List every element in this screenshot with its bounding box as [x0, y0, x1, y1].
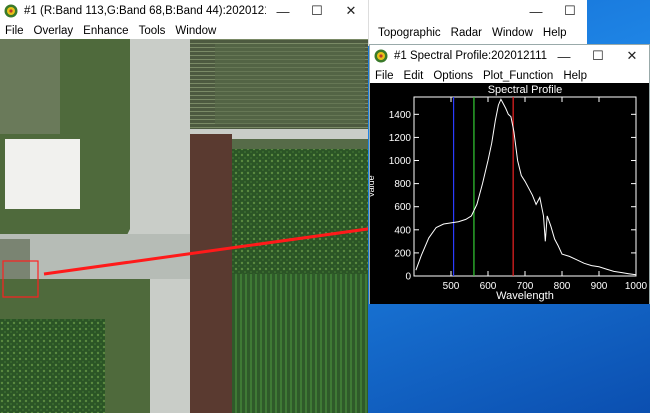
menu-options[interactable]: Options	[428, 70, 478, 82]
y-tick-label: 200	[394, 248, 411, 259]
envi-app-icon	[374, 49, 388, 63]
menu-file[interactable]: File	[370, 70, 399, 82]
menu-edit[interactable]: Edit	[399, 70, 429, 82]
menu-radar[interactable]: Radar	[446, 27, 487, 39]
close-icon: ✕	[626, 48, 638, 63]
background-window[interactable]: — ☐ Topographic Radar Window Help	[368, 0, 587, 46]
spectral-plot-svg[interactable]: Spectral ProfileWavelengthValue500 600 700…	[366, 83, 649, 304]
image-window-menubar: File Overlay Enhance Tools Window	[0, 22, 368, 39]
envi-app-icon	[4, 4, 18, 18]
spectral-plot[interactable]: Spectral Profile Wavelength Value 500 600 700…	[366, 83, 649, 304]
menu-window[interactable]: Window	[487, 27, 538, 39]
maximize-button[interactable]: ☐	[553, 0, 587, 22]
spectral-window-titlebar[interactable]: #1 Spectral Profile:20201211105... — ☐ ✕	[370, 45, 649, 67]
maximize-button[interactable]: ☐	[300, 0, 334, 22]
menu-tools[interactable]: Tools	[134, 25, 171, 37]
spectral-window-title: #1 Spectral Profile:20201211105...	[394, 50, 547, 62]
minimize-button[interactable]: —	[547, 45, 581, 67]
close-button[interactable]: ✕	[615, 45, 649, 67]
chart-title: Spectral Profile	[488, 84, 563, 96]
x-tick-label: 900	[591, 281, 608, 292]
minimize-icon: —	[529, 3, 543, 19]
maximize-icon: ☐	[311, 3, 323, 18]
image-window-title: #1 (R:Band 113,G:Band 68,B:Band 44):2020…	[24, 5, 266, 17]
x-tick-label: 500	[443, 281, 460, 292]
y-tick-label: 600	[394, 202, 411, 213]
maximize-button[interactable]: ☐	[581, 45, 615, 67]
background-window-titlebar[interactable]: — ☐	[369, 0, 587, 22]
maximize-icon: ☐	[592, 48, 604, 63]
menu-window[interactable]: Window	[170, 25, 221, 37]
close-button[interactable]: ✕	[334, 0, 368, 22]
image-window[interactable]: #1 (R:Band 113,G:Band 68,B:Band 44):2020…	[0, 0, 368, 413]
image-window-titlebar[interactable]: #1 (R:Band 113,G:Band 68,B:Band 44):2020…	[0, 0, 368, 22]
y-tick-label: 1200	[389, 133, 412, 144]
background-window-menubar: Topographic Radar Window Help	[373, 24, 572, 41]
minimize-icon: —	[276, 3, 290, 19]
x-tick-label: 600	[480, 281, 497, 292]
menu-help[interactable]: Help	[558, 70, 592, 82]
x-tick-label: 1000	[625, 281, 648, 292]
spectral-window-menubar: File Edit Options Plot_Function Help	[370, 67, 649, 84]
menu-overlay[interactable]: Overlay	[29, 25, 79, 37]
y-tick-label: 800	[394, 179, 411, 190]
spectral-curve-0	[415, 98, 637, 276]
y-tick-label: 0	[405, 272, 411, 283]
plot-frame	[413, 96, 637, 277]
x-tick-label: 700	[517, 281, 534, 292]
minimize-icon: —	[557, 48, 571, 64]
menu-topographic[interactable]: Topographic	[373, 27, 446, 39]
y-axis-label: Value	[370, 175, 376, 197]
close-icon: ✕	[345, 3, 357, 18]
minimize-button[interactable]: —	[519, 0, 553, 22]
menu-help[interactable]: Help	[538, 27, 572, 39]
menu-plot-function[interactable]: Plot_Function	[478, 70, 558, 82]
y-tick-label: 400	[394, 225, 411, 236]
aerial-image-view[interactable]	[0, 39, 368, 413]
minimize-button[interactable]: —	[266, 0, 300, 22]
aerial-image[interactable]	[0, 39, 368, 413]
y-tick-label: 1400	[389, 110, 412, 121]
menu-enhance[interactable]: Enhance	[78, 25, 133, 37]
menu-file[interactable]: File	[0, 25, 29, 37]
spectral-profile-window[interactable]: #1 Spectral Profile:20201211105... — ☐ ✕…	[366, 44, 650, 304]
maximize-icon: ☐	[564, 3, 576, 18]
y-tick-label: 1000	[389, 156, 412, 167]
x-tick-label: 800	[554, 281, 571, 292]
